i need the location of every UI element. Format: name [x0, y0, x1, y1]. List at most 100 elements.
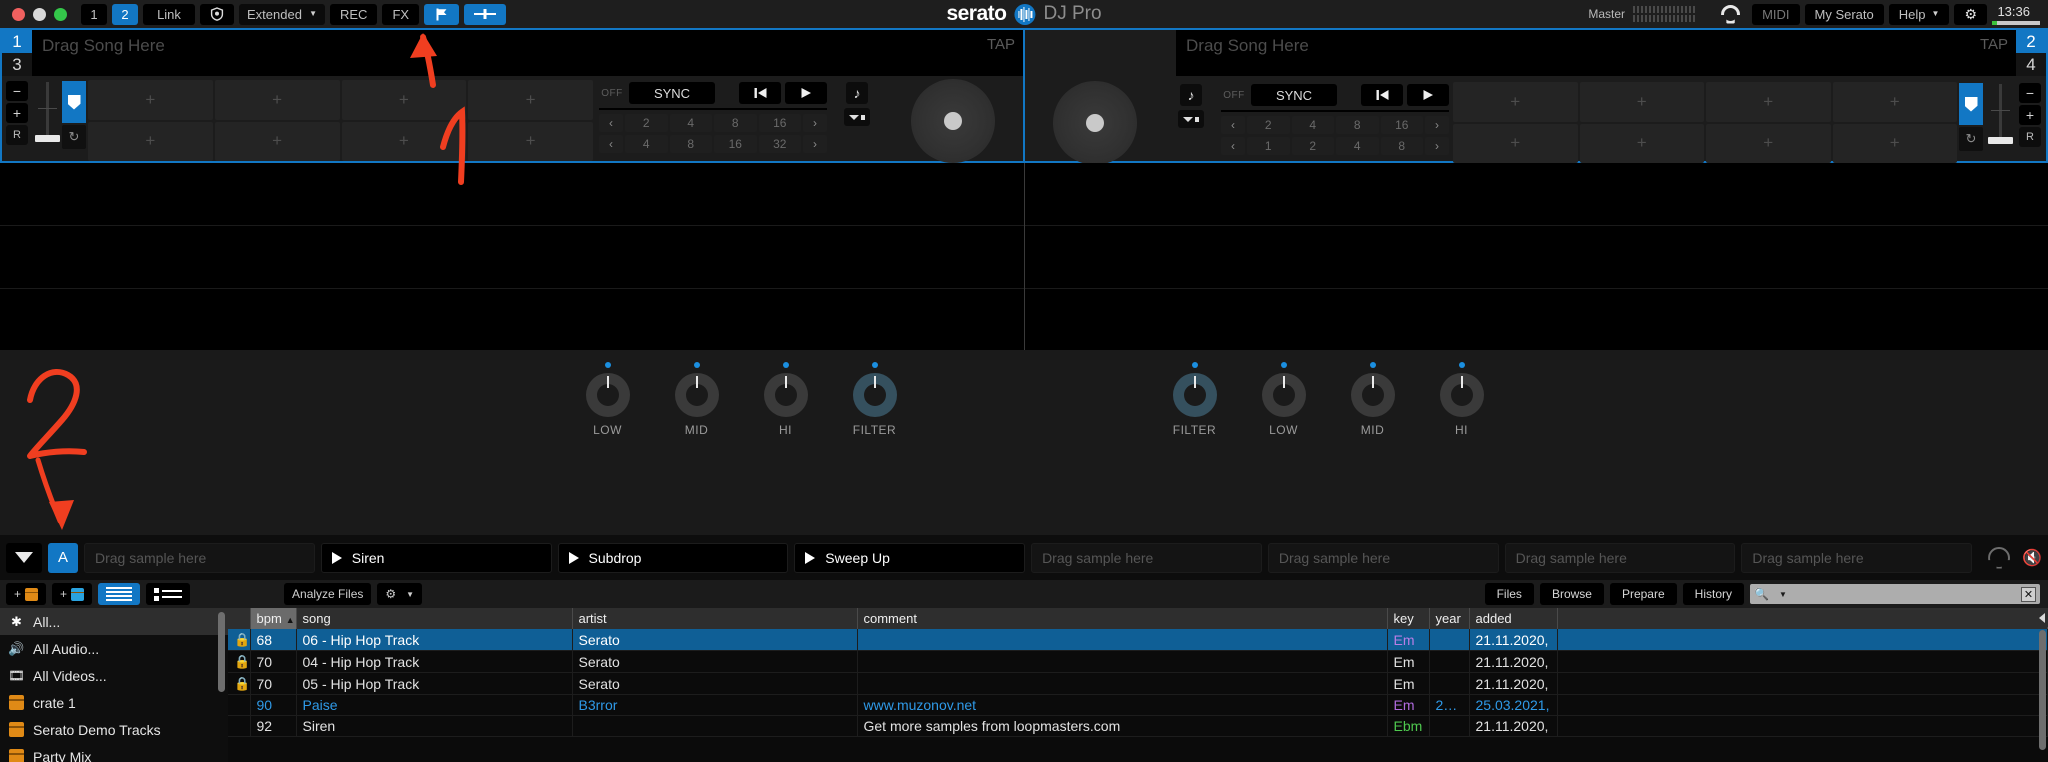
deck-left-sync-off-label[interactable]: OFF: [599, 88, 625, 99]
deck-right-slip-button[interactable]: ↻: [1959, 127, 1983, 151]
play-icon[interactable]: [805, 551, 816, 564]
rec-button[interactable]: REC: [330, 3, 378, 25]
cell-lock[interactable]: 🔒: [228, 672, 251, 695]
detail-view-button[interactable]: [146, 583, 191, 605]
autoloop-next-button[interactable]: ›: [803, 135, 827, 153]
deck-right-play-button[interactable]: [1407, 84, 1449, 106]
cue-pad[interactable]: +: [341, 80, 467, 120]
autoloop-button[interactable]: 4: [1291, 116, 1334, 134]
cue-pad[interactable]: +: [1453, 123, 1578, 163]
tab-history[interactable]: History: [1682, 583, 1744, 605]
deck-left-platter-disc[interactable]: [911, 78, 995, 163]
column-artist[interactable]: artist: [572, 608, 858, 629]
play-icon[interactable]: [568, 551, 579, 564]
add-crate-button[interactable]: +: [6, 583, 47, 605]
cell-lock[interactable]: 🔒: [228, 650, 251, 673]
deck-left-sync-button[interactable]: SYNC: [629, 82, 715, 104]
tab-browse[interactable]: Browse: [1539, 583, 1604, 605]
deck-right-keylock-r-button[interactable]: R: [2019, 127, 2041, 147]
knob-dial[interactable]: [674, 373, 719, 417]
cell-lock[interactable]: [228, 694, 251, 716]
link-button[interactable]: Link: [143, 3, 195, 25]
deck-right-dropdown-button[interactable]: [1178, 110, 1204, 128]
knob-dial[interactable]: [1439, 373, 1484, 417]
deck-right-pitch-plus-button[interactable]: +: [2019, 105, 2041, 125]
cell-lock[interactable]: 🔒: [228, 629, 251, 651]
add-smart-crate-button[interactable]: +: [52, 583, 93, 605]
knob-dial[interactable]: [852, 373, 897, 417]
autoloop-button[interactable]: 16: [758, 114, 801, 132]
cue-pad[interactable]: +: [88, 121, 213, 161]
deck-right-track-title[interactable]: Drag Song Here TAP: [1176, 30, 2016, 76]
cue-pad[interactable]: +: [468, 121, 593, 161]
knob-dial[interactable]: [1172, 373, 1217, 417]
deck-right-sync-off-label[interactable]: OFF: [1221, 90, 1247, 101]
crossfader-icon-button[interactable]: [464, 3, 507, 25]
shield-icon-button[interactable]: [200, 3, 234, 25]
deck-left-cue-button[interactable]: [739, 82, 781, 104]
table-row[interactable]: 92 Siren Get more samples from loopmaste…: [228, 715, 2048, 737]
sampler-expand-chevron[interactable]: [6, 542, 42, 573]
tab-prepare[interactable]: Prepare: [1609, 583, 1677, 605]
sample-slot-1[interactable]: Drag sample here: [84, 542, 315, 573]
knob-hi-right[interactable]: HI: [1417, 362, 1506, 437]
deck-left-track-title[interactable]: Drag Song Here TAP: [32, 30, 1023, 76]
cue-pad[interactable]: +: [214, 121, 340, 161]
autoloop-prev-button[interactable]: ‹: [599, 135, 623, 153]
track-list-scrollbar[interactable]: [2039, 630, 2046, 750]
cue-pad[interactable]: +: [214, 80, 340, 120]
autoloop-button[interactable]: 8: [669, 135, 712, 153]
deck-right-number-2[interactable]: 2: [2016, 30, 2046, 53]
deck-left-number-1[interactable]: 1: [2, 30, 32, 53]
sidebar-item-all-audio[interactable]: 🔊 All Audio...: [0, 635, 228, 662]
maximize-window-button[interactable]: [54, 7, 67, 21]
autoloop-button[interactable]: 2: [1291, 137, 1334, 155]
cue-pad[interactable]: +: [1453, 82, 1578, 122]
autoloop-button[interactable]: 2: [1247, 116, 1290, 134]
autoloop-button[interactable]: 32: [758, 135, 801, 153]
column-options-button[interactable]: [2036, 608, 2048, 627]
tab-files[interactable]: Files: [1484, 583, 1534, 605]
autoloop-button[interactable]: 4: [669, 114, 712, 132]
autoloop-button[interactable]: 16: [714, 135, 757, 153]
crates-scrollbar[interactable]: [218, 612, 225, 692]
cue-pad[interactable]: +: [1579, 123, 1704, 163]
autoloop-button[interactable]: 16: [1380, 116, 1423, 134]
mute-icon[interactable]: 🔇: [2022, 548, 2042, 568]
knob-dial[interactable]: [763, 373, 808, 417]
knob-filter-right[interactable]: FILTER: [1150, 362, 1239, 437]
settings-button[interactable]: ⚙: [1954, 3, 1987, 25]
deck-right-platter[interactable]: [1025, 80, 1165, 165]
knob-dial[interactable]: [585, 373, 630, 417]
deck-right-pitch-fader[interactable]: [1985, 80, 2015, 165]
deck-left-platter[interactable]: [883, 78, 1023, 163]
cue-pad[interactable]: +: [1832, 82, 1957, 122]
deck-selector-1-button[interactable]: 1: [81, 3, 107, 25]
deck-right-vinyl-mode-button[interactable]: [1959, 83, 1983, 125]
autoloop-button[interactable]: 2: [625, 114, 668, 132]
headphones-icon[interactable]: [1721, 5, 1740, 24]
clear-search-button[interactable]: ✕: [2021, 586, 2036, 602]
key-note-icon-button[interactable]: ♪: [846, 82, 868, 104]
deck-right-number-4[interactable]: 4: [2016, 53, 2046, 76]
key-note-icon-button[interactable]: ♪: [1180, 84, 1202, 106]
column-added[interactable]: added: [1469, 608, 1558, 629]
autoloop-button[interactable]: 1: [1247, 137, 1290, 155]
column-comment[interactable]: comment: [857, 608, 1388, 629]
autoloop-button[interactable]: 4: [625, 135, 668, 153]
minimize-window-button[interactable]: [33, 7, 46, 21]
deck-right-tap-button[interactable]: TAP: [1980, 36, 2008, 53]
knob-dial[interactable]: [1350, 373, 1395, 417]
sample-slot-4[interactable]: Sweep Up: [794, 542, 1026, 573]
sidebar-item-all[interactable]: ✱ All...: [0, 608, 228, 635]
search-input[interactable]: 🔍 ▼ ✕: [1750, 584, 2040, 604]
close-window-button[interactable]: [12, 7, 25, 21]
cue-pad[interactable]: +: [1832, 123, 1957, 163]
deck-left-vinyl-mode-button[interactable]: [62, 81, 86, 123]
autoloop-button[interactable]: 8: [1380, 137, 1423, 155]
autoloop-next-button[interactable]: ›: [1425, 116, 1449, 134]
fx-button[interactable]: FX: [382, 3, 420, 25]
sidebar-item-party-mix[interactable]: Party Mix: [0, 743, 228, 762]
table-row[interactable]: 🔒 68 06 - Hip Hop Track Serato Em 21.11.…: [228, 629, 2048, 651]
sidebar-item-serato-demo-tracks[interactable]: Serato Demo Tracks: [0, 716, 228, 743]
